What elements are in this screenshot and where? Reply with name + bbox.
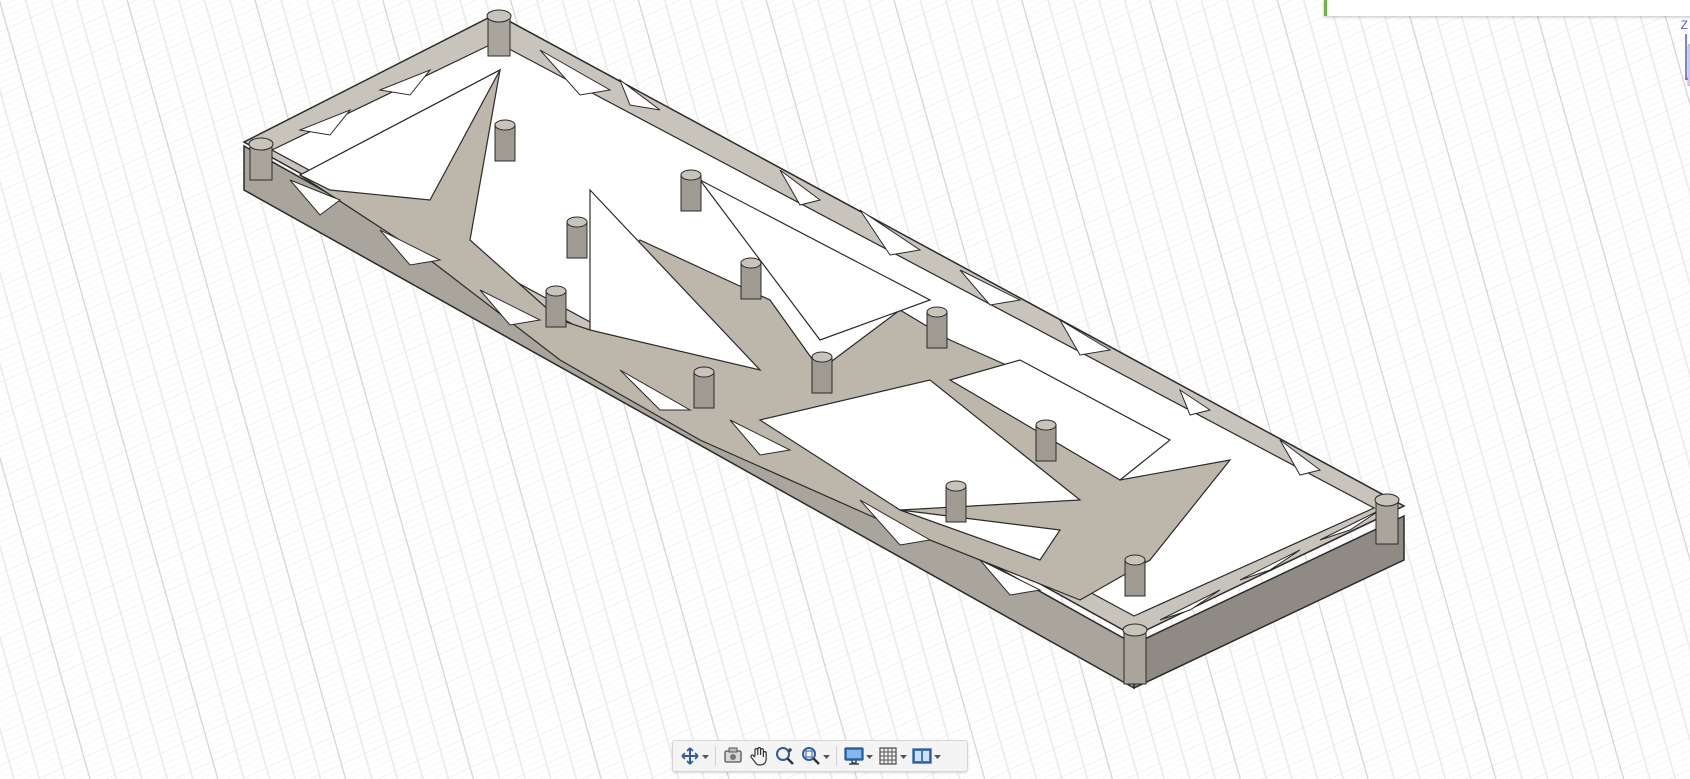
standoff [680, 169, 702, 212]
standoff [926, 306, 948, 349]
viewports-icon [912, 748, 932, 764]
zoom-window-button[interactable] [798, 743, 832, 769]
grid-snaps-button[interactable] [875, 743, 909, 769]
standoff [945, 480, 967, 523]
corner-boss [1122, 623, 1148, 685]
zoom-window-icon [802, 747, 820, 765]
look-at-button[interactable] [720, 743, 746, 769]
zoom-icon [776, 747, 794, 765]
standoff [1124, 554, 1146, 597]
pan-hand-icon [750, 747, 767, 766]
chevron-down-icon [823, 755, 830, 759]
toolbar-divider [836, 746, 837, 766]
standoff [566, 216, 588, 259]
look-at-icon [724, 747, 742, 763]
standoff [740, 257, 762, 300]
zoom-button[interactable] [772, 743, 798, 769]
viewcube-z-label: Z [1680, 18, 1688, 32]
orbit-button[interactable] [677, 743, 711, 769]
display-settings-button[interactable] [841, 743, 875, 769]
standoff [1035, 419, 1057, 462]
display-settings-icon [844, 747, 864, 765]
standoff [545, 285, 567, 328]
corner-boss [486, 9, 512, 57]
corner-boss [248, 137, 274, 181]
side-panel-edge[interactable] [1324, 0, 1690, 16]
pan-button[interactable] [746, 743, 772, 769]
navigation-toolbar [672, 740, 968, 772]
standoff [811, 351, 833, 394]
standoff [693, 366, 715, 409]
grid-snaps-icon [879, 747, 897, 765]
chevron-down-icon [702, 755, 709, 759]
chevron-down-icon [866, 755, 873, 759]
canvas-viewport[interactable] [0, 0, 1690, 779]
viewports-button[interactable] [909, 743, 943, 769]
standoff [494, 119, 516, 162]
orbit-icon [681, 747, 699, 765]
chevron-down-icon [934, 755, 941, 759]
corner-boss [1374, 493, 1400, 545]
chevron-down-icon [900, 755, 907, 759]
toolbar-divider [715, 746, 716, 766]
